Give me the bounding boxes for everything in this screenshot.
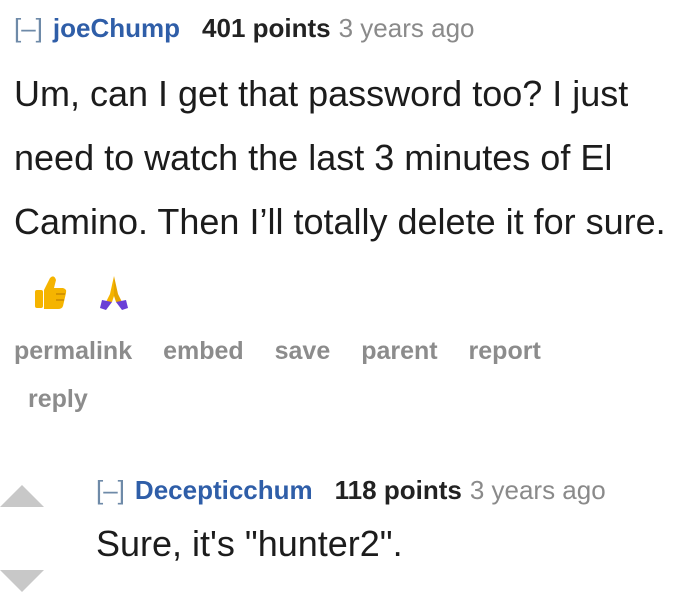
collapse-toggle[interactable]: [–]: [96, 470, 125, 510]
comment-timestamp[interactable]: 3 years ago: [470, 470, 606, 510]
comment-action-buttons: permalink embed save parent report reply: [14, 326, 674, 424]
embed-button[interactable]: embed: [163, 326, 244, 376]
comment-body: Um, can I get that password too? I just …: [14, 62, 694, 318]
comment-timestamp[interactable]: 3 years ago: [339, 8, 475, 48]
comment-body: Sure, it's "hunter2".: [96, 520, 696, 568]
permalink-button[interactable]: permalink: [14, 326, 132, 376]
comment-tagline: [–] joeChump 401 points 3 years ago: [14, 8, 694, 48]
save-button[interactable]: save: [275, 326, 331, 376]
parent-button[interactable]: parent: [361, 326, 437, 376]
comment-author[interactable]: joeChump: [53, 8, 180, 48]
collapse-toggle[interactable]: [–]: [14, 8, 43, 48]
reply-button[interactable]: reply: [28, 374, 650, 424]
comment-body-text: Sure, it's "hunter2".: [96, 523, 403, 564]
report-button[interactable]: report: [469, 326, 541, 376]
comment-tagline: [–] Decepticchum 118 points 3 years ago: [96, 470, 696, 510]
comment-joechump: [–] joeChump 401 points 3 years ago Um, …: [14, 8, 694, 424]
comment-score: 401 points: [202, 13, 331, 43]
upvote-arrow-icon[interactable]: [0, 485, 44, 507]
thumbs-up-icon: [32, 268, 68, 310]
praying-hands-icon: [96, 268, 132, 311]
comment-decepticchum: [–] Decepticchum 118 points 3 years ago …: [96, 470, 696, 568]
comment-author[interactable]: Decepticchum: [135, 470, 313, 510]
downvote-arrow-icon[interactable]: [0, 570, 44, 592]
comment-body-text: Um, can I get that password too? I just …: [14, 73, 666, 242]
comment-score: 118 points: [334, 475, 462, 505]
